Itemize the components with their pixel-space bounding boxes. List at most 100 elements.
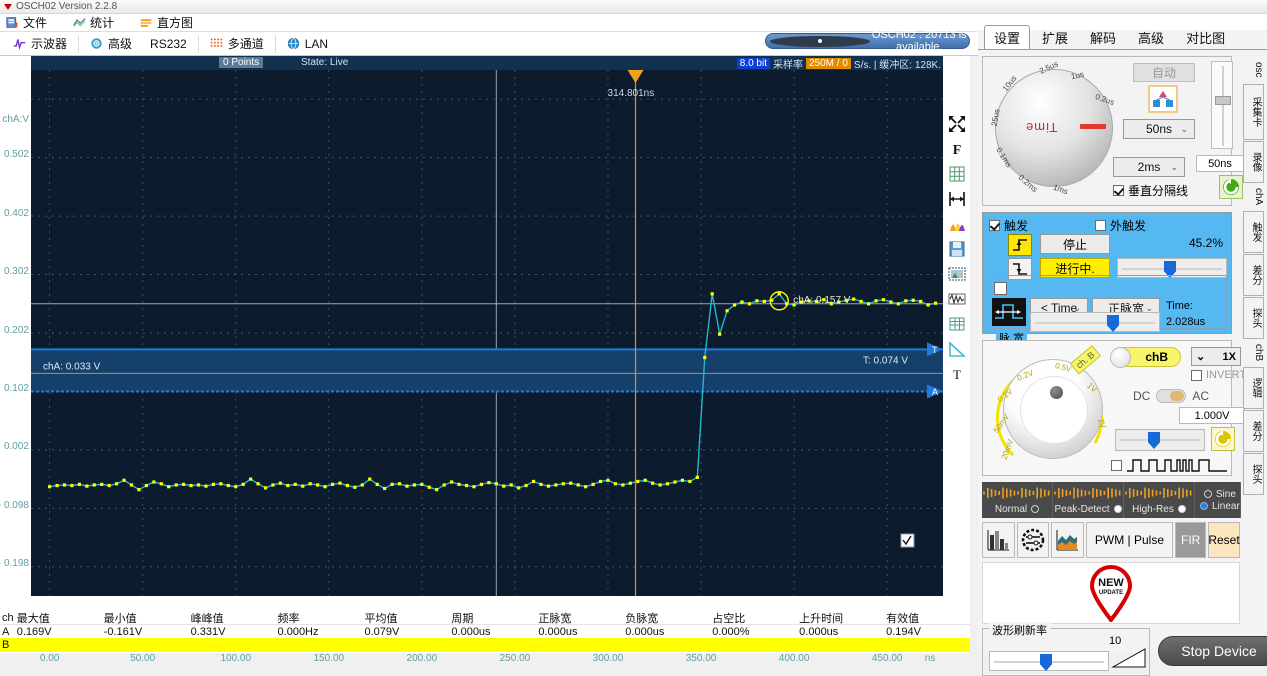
side-tab-chB[interactable]: chB: [1243, 340, 1264, 366]
interp-sine[interactable]: Sine: [1203, 489, 1236, 500]
toolbar-item-lan[interactable]: LAN: [278, 33, 337, 55]
refresh-rate-thumb[interactable]: [1040, 654, 1052, 671]
pulse-width-thumb[interactable]: [1107, 315, 1119, 332]
side-tab-逻辑[interactable]: 逻辑: [1243, 367, 1264, 409]
points-badge: 0 Points: [219, 57, 264, 68]
button-label: FIR: [1181, 533, 1201, 547]
state-text: State: Live: [301, 57, 349, 68]
pulse-width-checkbox[interactable]: [994, 282, 1007, 295]
stop-button[interactable]: 停止: [1040, 234, 1110, 254]
voltage-slider-thumb[interactable]: [1148, 432, 1160, 449]
panel-tab-对比图[interactable]: 对比图: [1176, 25, 1235, 49]
image-export-icon[interactable]: [946, 264, 968, 284]
interp-radio[interactable]: [1203, 490, 1212, 498]
side-tab-chA[interactable]: chA: [1243, 184, 1264, 210]
waveform-icon[interactable]: [946, 289, 968, 309]
settings-gear-icon[interactable]: [1016, 522, 1050, 558]
mode-peak-detect[interactable]: Peak-Detect: [1053, 482, 1124, 518]
mode-label: High-Res: [1132, 503, 1174, 515]
voltage-reset-button[interactable]: [1211, 427, 1235, 451]
measurement-cell: 0.000us: [799, 625, 839, 638]
timebase-select[interactable]: 50ns ⌄: [1123, 119, 1195, 139]
menu-item-histogram[interactable]: 直方图: [140, 14, 193, 31]
mode-normal[interactable]: Normal: [982, 482, 1053, 518]
coupling-toggle[interactable]: DC AC: [1133, 389, 1209, 403]
toolbar-item-multichannel[interactable]: 多通道: [201, 33, 273, 55]
toolbar-item-oscilloscope-label: 示波器: [31, 37, 68, 51]
side-tab-录像[interactable]: 录像: [1243, 141, 1264, 183]
channel-b-toggle[interactable]: chB: [1110, 347, 1181, 368]
expand-icon[interactable]: [946, 114, 968, 134]
update-badge-area[interactable]: NEW UPDATE: [982, 562, 1240, 624]
oscilloscope-icon: [13, 39, 26, 50]
record-length-select[interactable]: 2ms ⌄: [1113, 157, 1185, 177]
side-tab-探头[interactable]: 探头: [1243, 453, 1264, 495]
group-trigger-icon[interactable]: [1148, 85, 1178, 113]
mode-radio[interactable]: [1031, 505, 1040, 513]
menu-item-statistics-label: 统计: [90, 16, 115, 30]
external-trigger-checkbox[interactable]: 外触发: [1095, 217, 1146, 234]
plot-area[interactable]: 0 Points State: Live 8.0 bit 采样率 250M / …: [31, 56, 943, 596]
invert-checkbox[interactable]: INVERT: [1191, 369, 1246, 381]
voltage-slider[interactable]: [1115, 429, 1205, 451]
side-tab-采集卡[interactable]: 采集卡: [1243, 84, 1264, 140]
waveform-plot[interactable]: 314.801ns chA: 0.157 V T: 0.074 V chA: 0.03…: [31, 70, 943, 596]
mode-radio[interactable]: [1113, 505, 1122, 513]
side-tab-触发[interactable]: 触发: [1243, 211, 1264, 253]
function-f-icon[interactable]: F: [946, 139, 968, 159]
toolbar-item-rs232[interactable]: RS232: [141, 33, 196, 55]
side-tab-osc[interactable]: osc: [1243, 57, 1264, 83]
panel-tab-高级[interactable]: 高级: [1128, 25, 1174, 49]
interp-radio[interactable]: [1200, 502, 1208, 510]
side-tab-差分[interactable]: 差分: [1243, 254, 1264, 296]
rising-edge-button[interactable]: [1008, 234, 1032, 256]
button-label: PWM | Pulse: [1094, 533, 1165, 547]
notification-banner[interactable]: OSCH02 : 20713 is available.: [765, 29, 970, 53]
side-tab-差分[interactable]: 差分: [1243, 410, 1264, 452]
panel-tab-扩展[interactable]: 扩展: [1032, 25, 1078, 49]
coupling-switch[interactable]: [1156, 389, 1187, 403]
logic-waveform-row[interactable]: [1111, 455, 1227, 475]
measurement-cell: 0.169V: [16, 625, 52, 638]
logic-checkbox[interactable]: [1111, 459, 1122, 471]
interp-linear[interactable]: Linear: [1200, 501, 1240, 512]
refresh-rate-slider[interactable]: [989, 651, 1109, 671]
y-axis-title: chA:V: [2, 114, 29, 125]
button-pwm-pulse[interactable]: PWM | Pulse: [1085, 522, 1174, 558]
menu-item-statistics[interactable]: 统计: [73, 14, 114, 31]
voltage-value-box: 1.000V: [1179, 407, 1245, 424]
measure-width-icon[interactable]: [946, 189, 968, 209]
toolbar-item-oscilloscope[interactable]: 示波器: [4, 33, 76, 55]
triangle-tool-icon[interactable]: [946, 339, 968, 359]
mode-high-res[interactable]: High-Res: [1124, 482, 1195, 518]
auto-button[interactable]: 自动: [1133, 63, 1195, 82]
mode-radio[interactable]: [1177, 505, 1186, 513]
probe-attenuation-select[interactable]: ⌄ 1X: [1191, 347, 1241, 366]
timebase-vertical-slider[interactable]: [1211, 61, 1233, 149]
button-reset[interactable]: Reset: [1207, 522, 1240, 558]
toolbar-item-advanced[interactable]: 高级: [81, 33, 141, 55]
bar-chart-icon[interactable]: [982, 522, 1015, 558]
vertical-separator-checkbox[interactable]: 垂直分隔线: [1113, 182, 1188, 199]
x-axis: 0.00 50.00 100.00 150.00 200.00 250.00 300.00 3…: [0, 653, 970, 667]
area-chart-icon[interactable]: [1051, 522, 1084, 558]
text-tool-icon[interactable]: T: [946, 364, 968, 384]
pulse-width-track: [1035, 322, 1155, 324]
button-fir[interactable]: FIR: [1175, 522, 1206, 558]
trigger-enable-checkbox[interactable]: 触发: [989, 217, 1028, 234]
grid-icon[interactable]: [946, 164, 968, 184]
timebase-slider-thumb[interactable]: [1215, 96, 1231, 105]
menu-item-file[interactable]: 文件: [6, 14, 47, 31]
stop-device-button[interactable]: Stop Device: [1158, 636, 1267, 666]
globe-icon: [287, 37, 299, 50]
toolbar-item-lan-label: LAN: [304, 36, 329, 51]
panel-tab-设置[interactable]: 设置: [984, 25, 1031, 49]
table-icon[interactable]: [946, 314, 968, 334]
pulse-width-slider[interactable]: [1030, 312, 1160, 332]
save-icon[interactable]: [946, 239, 968, 259]
side-tab-探头[interactable]: 探头: [1243, 297, 1264, 339]
panel-tab-解码[interactable]: 解码: [1080, 25, 1126, 49]
histogram-peaks-icon[interactable]: [946, 214, 968, 234]
external-trigger-check-icon: [1095, 220, 1106, 231]
toolbar-item-advanced-label: 高级: [108, 37, 133, 51]
